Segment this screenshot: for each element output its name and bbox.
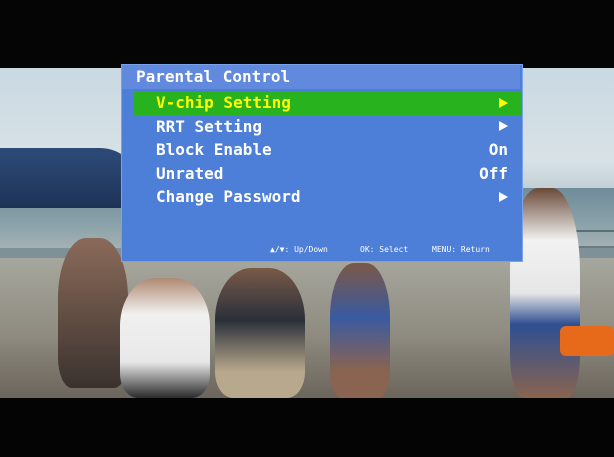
person: [58, 238, 128, 388]
menu-item-change-password[interactable]: Change Password: [134, 185, 522, 209]
menu-item-vchip-setting[interactable]: V-chip Setting: [134, 91, 522, 115]
menu-item-arrow: [499, 115, 508, 139]
menu-item-label: RRT Setting: [156, 116, 262, 136]
life-jacket: [560, 326, 614, 356]
person: [215, 268, 305, 398]
letterbox-bottom: [0, 398, 614, 457]
menu-item-value: Off: [479, 163, 508, 183]
help-updown: ▲/▼: Up/Down: [270, 245, 328, 254]
help-return: MENU: Return: [432, 245, 490, 254]
menu-item-unrated[interactable]: Unrated Off: [134, 162, 522, 186]
boat-canopy: [0, 148, 140, 208]
menu-item-label: Change Password: [156, 187, 301, 206]
person: [330, 263, 390, 398]
menu-item-arrow: [499, 185, 508, 209]
parental-control-menu: Parental Control V-chip Setting RRT Sett…: [121, 64, 523, 262]
menu-item-label: V-chip Setting: [156, 93, 291, 112]
menu-item-rrt-setting[interactable]: RRT Setting: [134, 115, 522, 139]
menu-title: Parental Control: [122, 65, 520, 89]
menu-item-arrow: [499, 91, 508, 115]
menu-help-bar: ▲/▼: Up/Down OK: Select MENU: Return: [122, 241, 520, 259]
help-select: OK: Select: [360, 245, 409, 254]
right-triangle-icon: [499, 121, 508, 131]
letterbox-top: [0, 0, 614, 68]
menu-item-value: On: [488, 140, 508, 159]
right-triangle-icon: [499, 97, 508, 108]
tv-screen: Parental Control V-chip Setting RRT Sett…: [0, 0, 614, 457]
right-triangle-icon: [499, 191, 508, 202]
menu-item-label: Block Enable: [156, 140, 272, 159]
menu-item-label: Unrated: [156, 163, 224, 183]
menu-list: V-chip Setting RRT Setting Block Enable …: [134, 91, 522, 209]
person: [120, 278, 210, 398]
menu-item-block-enable[interactable]: Block Enable On: [134, 138, 522, 162]
